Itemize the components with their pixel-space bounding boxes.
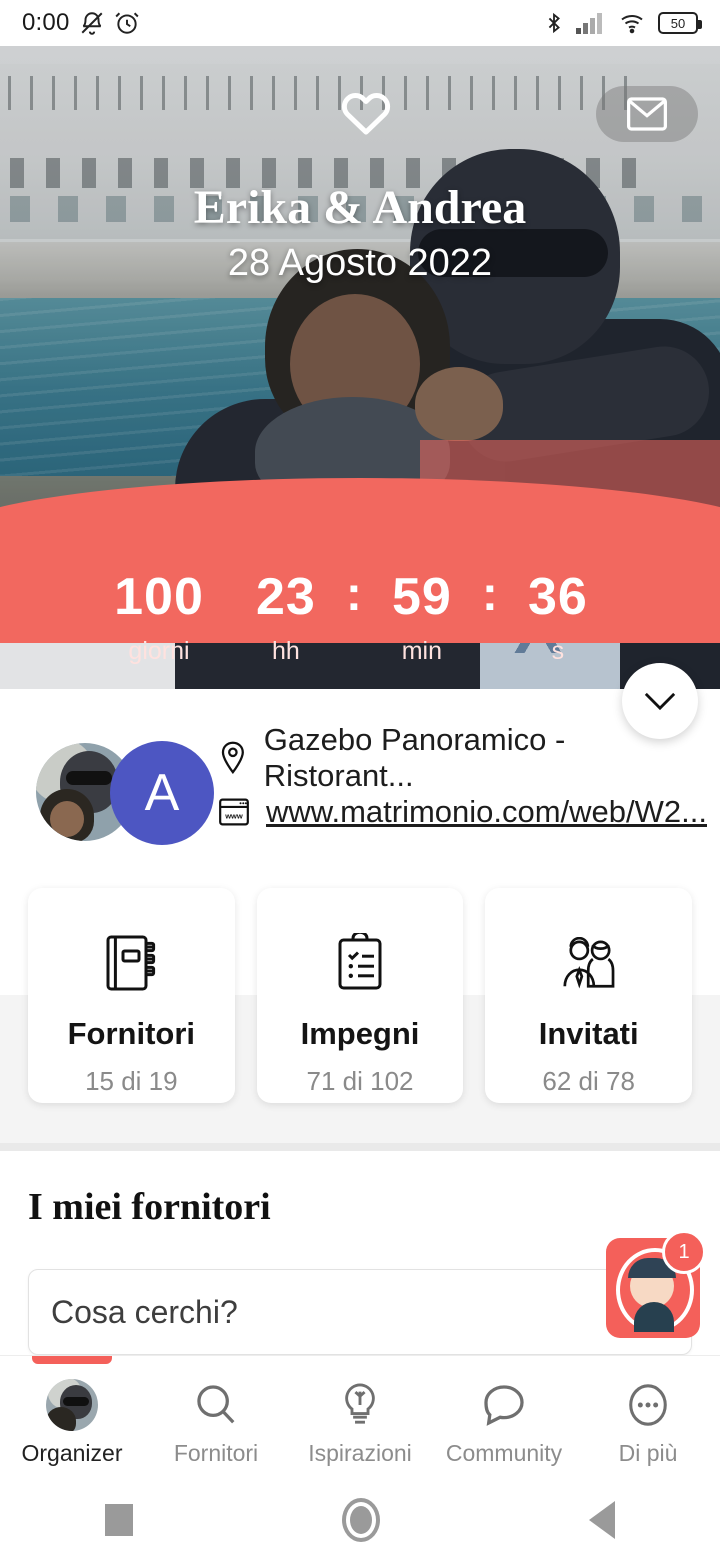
clipboard-checklist-icon	[334, 932, 386, 994]
nav-item-community[interactable]: Community	[432, 1356, 576, 1467]
nav-item-organizer[interactable]: Organizer	[0, 1356, 144, 1467]
triangle-back-icon[interactable]	[589, 1501, 616, 1539]
wedding-website-link[interactable]: www.matrimonio.com/web/W2...	[266, 794, 707, 830]
countdown-separator-2: :	[481, 568, 498, 621]
couple-names: Erika & Andrea	[193, 181, 527, 234]
card-impegni[interactable]: Impegni 71 di 102	[256, 888, 464, 1103]
chevron-down-icon	[644, 692, 676, 711]
card-subtitle: 15 di 19	[85, 1066, 178, 1096]
status-bar-clock: 0:00	[22, 9, 70, 36]
countdown-separator-1: :	[345, 568, 362, 621]
partner-avatars[interactable]: A	[36, 741, 232, 845]
countdown-days-label: giorni	[128, 637, 190, 665]
favorite-heart-button[interactable]	[335, 82, 397, 144]
active-indicator-bar	[32, 1356, 112, 1364]
address-book-icon	[103, 932, 159, 994]
assistant-chat-button[interactable]: 1	[606, 1230, 706, 1338]
status-bar-left: 0:00	[22, 9, 140, 37]
countdown-seconds-label: s	[551, 637, 565, 665]
website-row[interactable]: www www.matrimonio.com/web/W2...	[218, 785, 720, 839]
profile-avatar-icon	[46, 1378, 98, 1432]
search-icon	[193, 1378, 239, 1432]
bluetooth-icon	[548, 12, 560, 34]
countdown-seconds-value: 36	[527, 568, 588, 626]
countdown-minutes: 59 min	[374, 571, 470, 666]
avatar-initial: A	[110, 741, 214, 845]
vendor-search-field[interactable]: Cosa cerchi?	[28, 1269, 692, 1355]
assistant-badge: 1	[662, 1230, 706, 1274]
svg-text:www: www	[224, 812, 243, 821]
www-browser-icon: www	[219, 798, 249, 826]
nav-label: Fornitori	[173, 1440, 259, 1466]
countdown-hours: 23 hh	[238, 571, 334, 666]
section-divider	[0, 1143, 720, 1151]
summary-cards: Fornitori 15 di 19 Impegni 71 di 102 Inv…	[0, 888, 720, 1103]
status-bar-right: 50	[543, 10, 702, 36]
wedding-date: 28 Agosto 2022	[227, 242, 493, 284]
circle-home-icon[interactable]	[341, 1498, 380, 1542]
nav-label: Ispirazioni	[308, 1440, 412, 1466]
nav-label: Di più	[618, 1440, 678, 1466]
lightbulb-icon	[339, 1378, 381, 1432]
card-title: Fornitori	[67, 1016, 196, 1051]
guests-couple-icon	[558, 932, 620, 994]
card-invitati[interactable]: Invitati 62 di 78	[485, 888, 693, 1103]
nav-label: Community	[445, 1440, 563, 1466]
speech-bubble-icon	[481, 1378, 527, 1432]
search-placeholder: Cosa cerchi?	[51, 1293, 238, 1330]
location-pin-icon	[221, 741, 244, 775]
battery-level-label: 50	[670, 15, 686, 31]
status-bar: 0:00 50	[0, 0, 720, 46]
expand-details-button[interactable]	[622, 663, 698, 739]
envelope-icon	[627, 97, 667, 131]
battery-icon: 50	[658, 12, 702, 34]
countdown-hours-value: 23	[255, 568, 316, 626]
countdown-timer: 100 giorni 23 hh : 59 min : 36 s	[0, 571, 720, 666]
square-recents-icon[interactable]	[104, 1504, 133, 1536]
nav-item-ispirazioni[interactable]: Ispirazioni	[288, 1356, 432, 1467]
section-heading: I miei fornitori	[28, 1186, 271, 1228]
card-title: Invitati	[538, 1016, 639, 1051]
card-fornitori[interactable]: Fornitori 15 di 19	[28, 888, 235, 1103]
nav-item-fornitori[interactable]: Fornitori	[144, 1356, 288, 1467]
heart-icon	[341, 93, 391, 135]
ellipsis-icon	[626, 1378, 670, 1432]
countdown-days: 100 giorni	[114, 571, 204, 666]
countdown-minutes-value: 59	[391, 568, 452, 626]
nav-label: Organizer	[21, 1440, 123, 1466]
alarm-icon	[114, 12, 139, 34]
card-subtitle: 62 di 78	[542, 1066, 635, 1096]
countdown-minutes-label: min	[401, 637, 443, 665]
wedding-info-lines: Gazebo Panoramico - Ristorant... www www…	[218, 722, 720, 839]
bottom-navigation: Organizer Fornitori Ispirazioni Communit…	[0, 1355, 720, 1480]
wifi-icon	[621, 15, 643, 34]
countdown-days-value: 100	[114, 568, 204, 626]
countdown-hours-label: hh	[271, 637, 300, 665]
card-subtitle: 71 di 102	[306, 1066, 414, 1096]
mute-icon	[81, 12, 102, 35]
nav-item-di-piu[interactable]: Di più	[576, 1356, 720, 1467]
venue-row[interactable]: Gazebo Panoramico - Ristorant...	[218, 722, 720, 793]
app-screen: 0:00 50 Erika & Andrea 28 Agosto 2022 10…	[0, 0, 720, 1560]
card-title: Impegni	[300, 1016, 420, 1051]
wedding-info-block: A Gazebo Panoramico - Ristorant... www w…	[0, 689, 720, 867]
android-system-nav	[0, 1480, 720, 1560]
countdown-seconds: 36 s	[510, 571, 606, 666]
messages-button[interactable]	[596, 86, 698, 142]
cellular-signal-icon	[576, 13, 602, 34]
